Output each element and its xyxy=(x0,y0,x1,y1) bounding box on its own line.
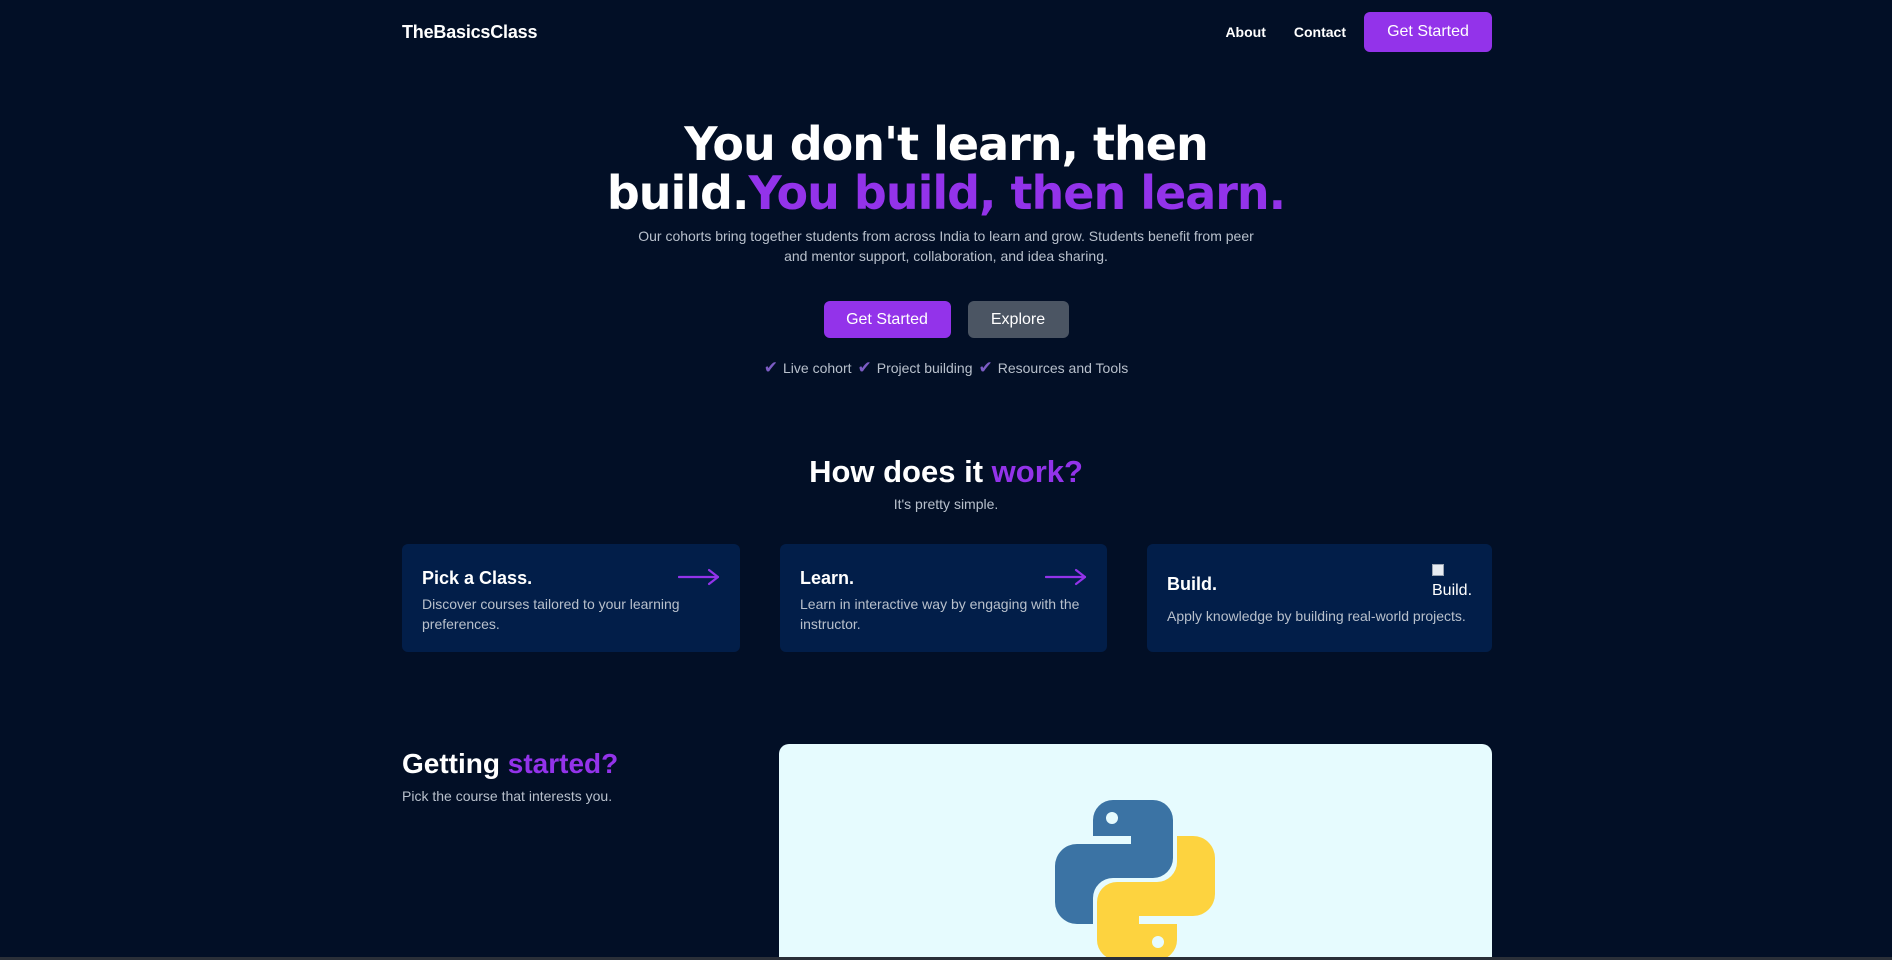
hero-subtitle: Our cohorts bring together students from… xyxy=(638,228,1254,264)
hero-explore-button[interactable]: Explore xyxy=(967,301,1069,338)
getting-started-subtitle: Pick the course that interests you. xyxy=(402,788,613,804)
feature-label: Live cohort xyxy=(783,360,852,376)
arrow-right-icon xyxy=(678,568,720,586)
step-card-desc: Learn in interactive way by engaging wit… xyxy=(800,596,1080,632)
course-card-python[interactable] xyxy=(779,744,1492,957)
how-title: How does it work? xyxy=(0,452,1892,492)
how-it-works-section: How does it work? It's pretty simple. xyxy=(0,452,1892,512)
getting-started-title: Getting started? xyxy=(402,748,618,780)
gs-title-white: Getting xyxy=(402,748,508,779)
step-card-title: Learn. xyxy=(800,568,855,588)
step-card-build[interactable]: Build. Apply knowledge by building real-… xyxy=(1147,544,1492,652)
hero-title: You don't learn, then build.You build, t… xyxy=(0,120,1892,218)
nav-links: About Contact Get Started xyxy=(1225,12,1492,52)
hero-section: You don't learn, then build.You build, t… xyxy=(0,120,1892,378)
gs-title-accent: started? xyxy=(507,748,619,779)
hero-title-line2-accent: You build, then learn. xyxy=(748,166,1286,220)
hero-buttons: Get Started Explore xyxy=(0,301,1892,338)
hero-get-started-button[interactable]: Get Started xyxy=(823,301,951,338)
feature-list: ✔ Live cohort ✔ Project building ✔ Resou… xyxy=(0,358,1892,378)
how-title-white: How does it xyxy=(809,454,992,489)
build-image-broken: Build. xyxy=(1432,564,1472,602)
step-card-desc: Discover courses tailored to your learni… xyxy=(422,596,680,632)
nav-link-contact[interactable]: Contact xyxy=(1294,24,1346,40)
build-image-alt: Build. xyxy=(1432,582,1473,599)
arrow-right-icon xyxy=(1045,568,1087,586)
check-icon: ✔ xyxy=(857,358,872,377)
getting-started-section: Getting started? Pick the course that in… xyxy=(402,748,618,804)
brand-logo[interactable]: TheBasicsClass xyxy=(402,22,537,43)
how-subtitle: It's pretty simple. xyxy=(893,496,999,512)
nav-get-started-button[interactable]: Get Started xyxy=(1364,12,1492,52)
hero-title-line1: You don't learn, then xyxy=(684,117,1208,171)
top-nav: TheBasicsClass About Contact Get Started xyxy=(402,12,1492,52)
check-icon: ✔ xyxy=(763,358,779,377)
feature-item: ✔ Project building xyxy=(858,358,973,378)
step-card-learn[interactable]: Learn. Learn in interactive way by engag… xyxy=(780,544,1107,652)
check-icon: ✔ xyxy=(978,358,993,377)
hero-title-line2-white: build. xyxy=(606,166,750,220)
broken-image-icon xyxy=(1432,564,1444,576)
step-card-desc: Apply knowledge by building real-world p… xyxy=(1167,608,1466,624)
step-card-pick-class[interactable]: Pick a Class. Discover courses tailored … xyxy=(402,544,740,652)
step-card-title: Pick a Class. xyxy=(422,568,533,588)
nav-link-about[interactable]: About xyxy=(1225,24,1265,40)
feature-label: Project building xyxy=(876,360,973,376)
feature-item: ✔ Resources and Tools xyxy=(978,358,1128,378)
feature-item: ✔ Live cohort xyxy=(764,358,852,378)
python-logo-icon xyxy=(1055,800,1215,957)
landing-page: TheBasicsClass About Contact Get Started… xyxy=(0,0,1892,960)
step-card-title: Build. xyxy=(1167,574,1217,594)
feature-label: Resources and Tools xyxy=(997,360,1129,376)
how-title-accent: work? xyxy=(991,454,1083,489)
